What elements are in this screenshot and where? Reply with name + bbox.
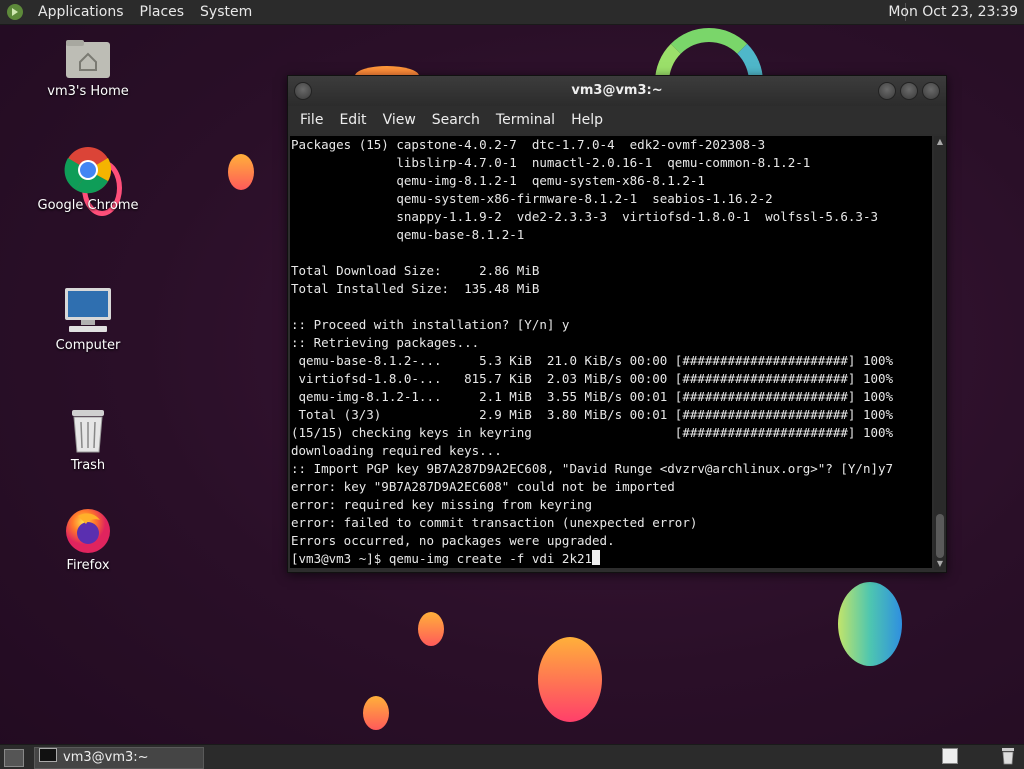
- desktop-icon-label: Firefox: [66, 558, 110, 573]
- menu-applications[interactable]: Applications: [30, 0, 132, 24]
- output-line: downloading required keys...: [291, 443, 502, 458]
- desktop-icon-home[interactable]: vm3's Home: [28, 36, 148, 99]
- output-line: qemu-base-8.1.2-... 5.3 KiB 21.0 KiB/s 0…: [291, 353, 894, 368]
- output-line: :: Import PGP key 9B7A287D9A2EC608, "Dav…: [291, 461, 894, 476]
- workspace-switcher[interactable]: [942, 748, 958, 764]
- maximize-button[interactable]: [900, 82, 918, 100]
- scroll-up-icon[interactable]: ▲: [934, 136, 946, 148]
- menu-view[interactable]: View: [375, 112, 424, 128]
- close-button[interactable]: [922, 82, 940, 100]
- minimize-button[interactable]: [878, 82, 896, 100]
- terminal-icon: [39, 748, 57, 762]
- decor-blob: [418, 612, 444, 646]
- taskbar-item-terminal[interactable]: vm3@vm3:~: [34, 747, 204, 769]
- mate-logo-icon[interactable]: [6, 3, 24, 21]
- show-desktop-icon[interactable]: [4, 749, 24, 767]
- output-line: :: Proceed with installation? [Y/n] y: [291, 317, 570, 332]
- output-line: Total Installed Size: 135.48 MiB: [291, 281, 540, 296]
- output-line: Total Download Size: 2.86 MiB: [291, 263, 540, 278]
- terminal-window[interactable]: vm3@vm3:~ File Edit View Search Terminal…: [287, 75, 947, 573]
- output-line: Packages (15) capstone-4.0.2-7 dtc-1.7.0…: [291, 137, 766, 152]
- menu-edit[interactable]: Edit: [331, 112, 374, 128]
- menu-places[interactable]: Places: [132, 0, 193, 24]
- command-input[interactable]: qemu-img create -f vdi 2k21: [389, 551, 592, 566]
- decor-blob: [363, 696, 389, 730]
- desktop-icon-label: Computer: [55, 338, 121, 353]
- trash-applet-icon[interactable]: [1000, 747, 1016, 765]
- terminal-scrollbar[interactable]: ▲ ▼: [934, 136, 946, 570]
- desktop-icon-chrome[interactable]: Google Chrome: [28, 146, 148, 213]
- decor-blob: [538, 637, 602, 722]
- desktop-icon-firefox[interactable]: Firefox: [28, 506, 148, 573]
- output-line: error: required key missing from keyring: [291, 497, 593, 512]
- terminal-output[interactable]: Packages (15) capstone-4.0.2-7 dtc-1.7.0…: [290, 136, 932, 568]
- desktop-icon-label: vm3's Home: [47, 84, 129, 99]
- desktop-icon-computer[interactable]: Computer: [28, 286, 148, 353]
- chrome-icon: [64, 147, 112, 194]
- window-title: vm3@vm3:~: [571, 83, 663, 98]
- decor-blob: [228, 154, 254, 190]
- output-line: [290, 298, 932, 316]
- menu-file[interactable]: File: [292, 112, 331, 128]
- output-line: qemu-base-8.1.2-1: [291, 227, 525, 242]
- output-line: qemu-system-x86-firmware-8.1.2-1 seabios…: [291, 191, 773, 206]
- scroll-down-icon[interactable]: ▼: [934, 558, 946, 570]
- firefox-icon: [66, 509, 110, 553]
- output-line: error: failed to commit transaction (une…: [291, 515, 698, 530]
- output-line: qemu-img-8.1.2-1 qemu-system-x86-8.1.2-1: [291, 173, 705, 188]
- output-line: snappy-1.1.9-2 vde2-2.3.3-3 virtiofsd-1.…: [291, 209, 878, 224]
- output-line: libslirp-4.7.0-1 numactl-2.0.16-1 qemu-c…: [291, 155, 811, 170]
- output-line: error: key "9B7A287D9A2EC608" could not …: [291, 479, 675, 494]
- window-menu-button[interactable]: [294, 82, 312, 100]
- menu-search[interactable]: Search: [424, 112, 488, 128]
- output-line: (15/15) checking keys in keyring [######…: [291, 425, 894, 440]
- home-folder-icon: [66, 40, 110, 78]
- prompt-line[interactable]: [vm3@vm3 ~]$ qemu-img create -f vdi 2k21: [290, 550, 932, 568]
- terminal-menubar: File Edit View Search Terminal Help: [288, 106, 946, 134]
- output-line: virtiofsd-1.8.0-... 815.7 KiB 2.03 MiB/s…: [291, 371, 894, 386]
- desktop-icon-label: Trash: [70, 458, 106, 473]
- bottom-panel: vm3@vm3:~: [0, 744, 1024, 769]
- clock[interactable]: Mon Oct 23, 23:39: [888, 0, 1018, 24]
- desktop-icon-trash[interactable]: Trash: [28, 408, 148, 473]
- menu-help[interactable]: Help: [563, 112, 611, 128]
- text-cursor: [592, 550, 601, 565]
- desktop-icon-label: Google Chrome: [37, 198, 139, 213]
- decor-blob: [838, 582, 902, 666]
- taskbar-item-label: vm3@vm3:~: [63, 750, 149, 765]
- output-line: Errors occurred, no packages were upgrad…: [291, 533, 615, 548]
- output-line: :: Retrieving packages...: [291, 335, 480, 350]
- computer-icon: [65, 288, 111, 332]
- output-line: [290, 244, 932, 262]
- menu-system[interactable]: System: [192, 0, 260, 24]
- menu-terminal[interactable]: Terminal: [488, 112, 563, 128]
- top-panel: Applications Places System Mon Oct 23, 2…: [0, 0, 1024, 25]
- trash-icon: [72, 410, 104, 453]
- output-line: qemu-img-8.1.2-1... 2.1 MiB 3.55 MiB/s 0…: [291, 389, 894, 404]
- output-line: Total (3/3) 2.9 MiB 3.80 MiB/s 00:01 [##…: [291, 407, 894, 422]
- shell-prompt: [vm3@vm3 ~]$: [291, 551, 389, 566]
- scrollbar-thumb[interactable]: [936, 514, 944, 558]
- terminal-titlebar[interactable]: vm3@vm3:~: [288, 76, 946, 106]
